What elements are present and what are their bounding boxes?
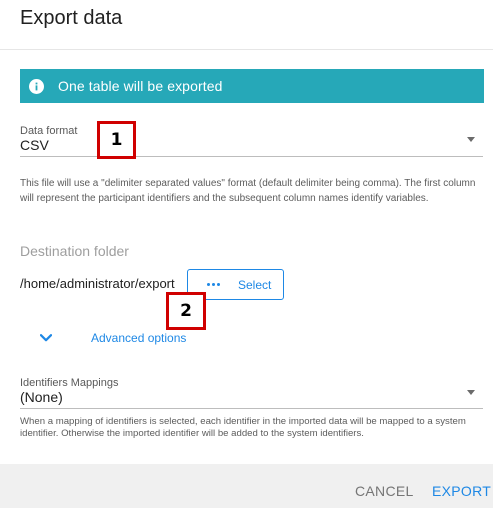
data-format-underline <box>20 156 483 157</box>
info-icon <box>29 78 44 94</box>
annotation-callout-1: 1 <box>97 121 136 159</box>
dialog-footer <box>0 464 493 508</box>
destination-path: /home/administrator/export <box>20 276 175 291</box>
chevron-down-icon[interactable] <box>467 137 475 142</box>
cancel-button[interactable]: CANCEL <box>355 483 414 499</box>
destination-folder-label: Destination folder <box>20 243 129 259</box>
chevron-down-icon[interactable] <box>467 390 475 395</box>
identifiers-mappings-label: Identifiers Mappings <box>20 377 119 389</box>
data-format-help: This file will use a "delimiter separate… <box>20 178 476 204</box>
title-divider <box>0 49 493 50</box>
info-banner: One table will be exported <box>20 69 484 103</box>
identifiers-underline <box>20 408 483 409</box>
select-button-label: Select <box>238 277 272 292</box>
more-dots-icon <box>207 283 220 286</box>
banner-text: One table will be exported <box>58 78 223 94</box>
data-format-select[interactable]: CSV <box>20 137 49 153</box>
data-format-label: Data format <box>20 125 78 137</box>
annotation-callout-2: 2 <box>166 292 206 330</box>
dialog-title: Export data <box>20 7 123 29</box>
export-dialog: Export data One table will be exported D… <box>0 0 493 508</box>
identifiers-help: When a mapping of identifiers is selecte… <box>20 416 466 439</box>
chevron-down-icon[interactable] <box>40 334 52 342</box>
identifiers-mappings-select[interactable]: (None) <box>20 389 63 405</box>
advanced-options-link[interactable]: Advanced options <box>91 331 186 345</box>
export-button[interactable]: EXPORT <box>432 483 491 499</box>
